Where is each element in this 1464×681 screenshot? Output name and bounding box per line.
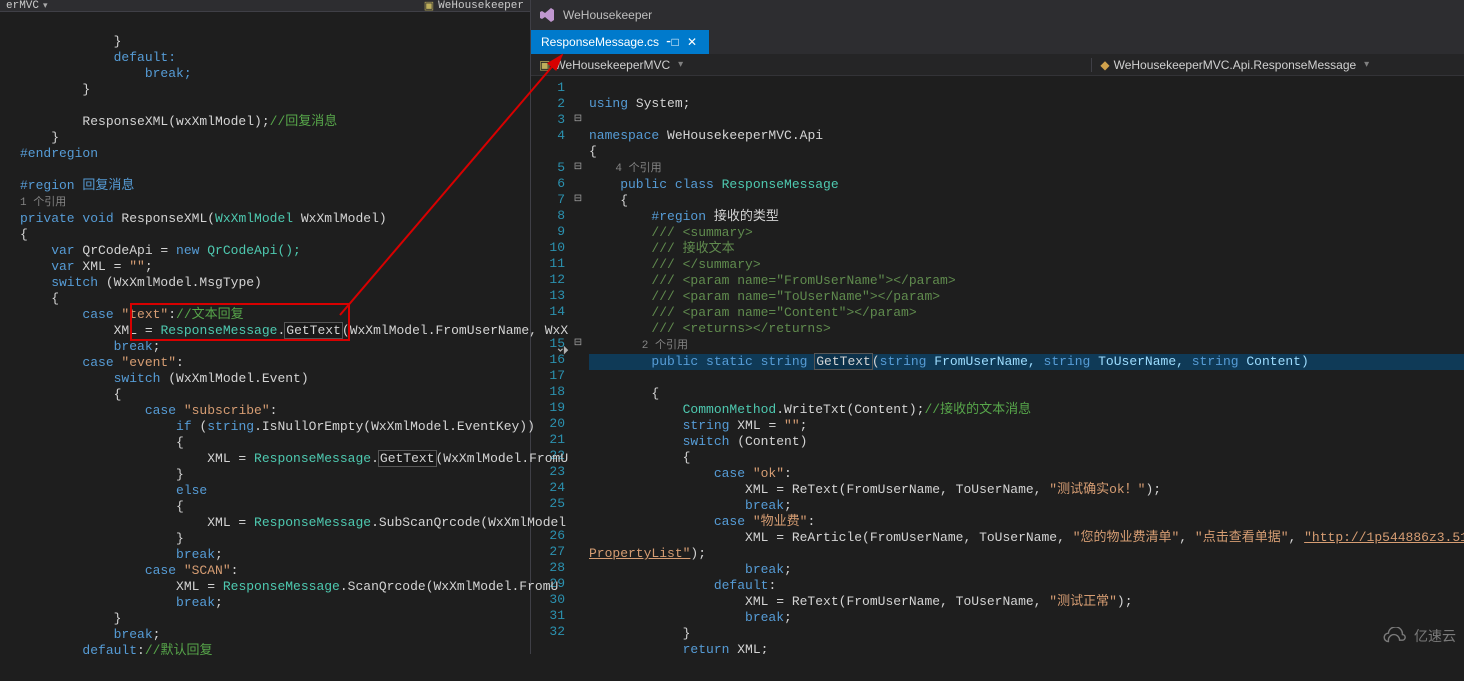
close-icon[interactable]: ✕ (685, 35, 699, 49)
line-number-gutter: 1234 567891011121314 1516171819202122232… (531, 76, 571, 654)
crumb-project[interactable]: ▣ WeHousekeeperMVC ▾ (531, 58, 691, 72)
current-line-highlight: public static string GetText(string From… (589, 354, 1464, 370)
crumb-class[interactable]: ◆ WeHousekeeperMVC.Api.ResponseMessage ▾ (1091, 58, 1464, 72)
fold-gutter[interactable]: ⊟ ⊟ ⊟ ⊟ (571, 76, 585, 654)
right-code-area[interactable]: using System; namespace WeHousekeeperMVC… (585, 76, 1464, 654)
vs-logo-icon (539, 7, 555, 23)
pin-icon[interactable]: ⁃□ (665, 35, 679, 49)
right-editor-pane: WeHousekeeper ResponseMessage.cs ⁃□ ✕ ▣ … (530, 0, 1464, 654)
vs-tabbar: ResponseMessage.cs ⁃□ ✕ (531, 30, 1464, 54)
codelens-references[interactable]: 1 个引用 (20, 197, 66, 209)
project-icon: ▣ (539, 58, 550, 72)
class-icon: ◆ (1100, 58, 1109, 72)
vs-titlebar: WeHousekeeper (531, 0, 1464, 30)
csharp-file-icon: ▣ (424, 0, 434, 13)
codelens-references[interactable]: 4 个引用 (589, 163, 662, 175)
watermark: 亿速云 (1380, 626, 1456, 646)
right-code-container: 1234 567891011121314 1516171819202122232… (531, 76, 1464, 654)
app-title: WeHousekeeper (563, 8, 652, 22)
chevron-down-icon[interactable]: ▾ (43, 1, 48, 11)
left-tab-label[interactable]: erMVC (6, 0, 39, 12)
right-tab-hint[interactable]: WeHousekeeper (438, 0, 524, 12)
left-tab-strip: erMVC ▾ ▣ WeHousekeeper (0, 0, 530, 12)
tab-responsemessage[interactable]: ResponseMessage.cs ⁃□ ✕ (531, 30, 709, 54)
chevron-down-icon[interactable]: ▾ (678, 59, 683, 70)
peek-definition-icon[interactable] (556, 344, 570, 358)
codelens-references[interactable]: 2 个引用 (589, 340, 688, 352)
chevron-down-icon[interactable]: ▾ (1364, 59, 1369, 70)
tab-label: ResponseMessage.cs (541, 35, 659, 49)
code-navigation-bar: ▣ WeHousekeeperMVC ▾ ◆ WeHousekeeperMVC.… (531, 54, 1464, 76)
left-code-area[interactable]: } default: break; } ResponseXML(wxXmlMod… (0, 12, 530, 681)
left-editor-pane: erMVC ▾ ▣ WeHousekeeper } default: break… (0, 0, 530, 654)
